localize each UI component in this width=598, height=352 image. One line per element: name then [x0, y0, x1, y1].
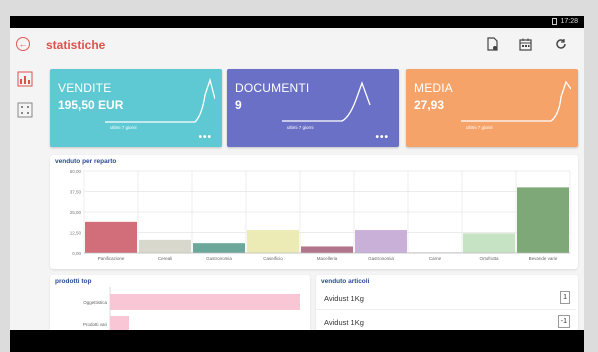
calendar-icon[interactable] — [517, 36, 533, 52]
card-label: MEDIA — [414, 81, 454, 95]
article-name: Avidust 1Kg — [324, 318, 364, 327]
card-value: 27,93 — [414, 98, 445, 112]
card-label: VENDITE — [58, 81, 112, 95]
bar — [247, 230, 299, 253]
panel-title: venduto articoli — [321, 278, 370, 285]
list-item[interactable]: Avidust 1Kg 1 — [316, 286, 576, 310]
top-products-panel: prodotti top Oggettistica Prodotti vari — [50, 275, 310, 335]
card-value: 9 — [235, 98, 242, 112]
status-bar: 17:28 — [10, 16, 584, 28]
x-tick-label: Panificazione — [98, 256, 125, 261]
x-tick-label: Macelleria — [317, 256, 338, 261]
card-label: DOCUMENTI — [235, 81, 310, 95]
bar — [355, 230, 407, 253]
y-tick-label: 0,00 — [72, 251, 81, 256]
bar — [110, 294, 300, 310]
bar-chart-panel: venduto per reparto 0,00 12,50 25,00 37,50 5… — [50, 155, 578, 269]
card-documenti[interactable]: DOCUMENTI 9 ultimi 7 giorni ••• — [227, 69, 399, 147]
bar — [85, 221, 137, 253]
refresh-icon[interactable] — [553, 36, 569, 52]
y-tick-label: 37,50 — [70, 190, 82, 195]
bar — [463, 233, 515, 253]
y-tick-label: Prodotti vari — [83, 322, 107, 327]
bar-chart: 0,00 12,50 25,00 37,50 50,00 Panificazione Cer… — [70, 169, 571, 261]
y-tick-label: 50,00 — [70, 169, 82, 174]
card-media[interactable]: MEDIA 27,93 ultimi 7 giorni — [406, 69, 578, 147]
card-subtitle: ultimi 7 giorni — [110, 125, 137, 130]
arrow-left-icon[interactable]: ← — [16, 37, 30, 51]
x-tick-label: Bevande varie — [529, 256, 558, 261]
top-products-chart: Oggettistica Prodotti vari — [83, 287, 300, 335]
x-tick-label: Gastronomia — [368, 256, 394, 261]
status-time: 17:28 — [560, 18, 578, 25]
navigation-bar — [10, 330, 584, 352]
app-bar: ← statistiche — [10, 28, 584, 58]
bar-chart-icon[interactable] — [17, 71, 33, 87]
article-name: Avidust 1Kg — [324, 294, 364, 303]
battery-icon — [552, 18, 558, 25]
y-tick-label: Oggettistica — [83, 300, 107, 305]
document-icon[interactable] — [484, 36, 500, 52]
bar — [139, 239, 191, 253]
article-qty: -1 — [557, 315, 570, 328]
bar — [193, 243, 245, 253]
x-tick-label: Cereali — [158, 256, 172, 261]
sparkline-icon — [461, 80, 571, 122]
card-value: 195,50 EUR — [58, 98, 124, 112]
bar — [301, 246, 353, 253]
y-tick-label: 25,00 — [70, 210, 82, 215]
more-icon[interactable]: ••• — [375, 132, 389, 143]
x-tick-label: Caseificio — [263, 256, 283, 261]
bar — [517, 187, 569, 253]
page-title: statistiche — [46, 38, 106, 52]
x-tick-label: Ortofrutta — [479, 256, 499, 261]
card-vendite[interactable]: VENDITE 195,50 EUR ultimi 7 giorni ••• — [50, 69, 222, 147]
card-subtitle: ultimi 7 giorni — [466, 125, 493, 130]
card-subtitle: ultimi 7 giorni — [287, 125, 314, 130]
x-tick-label: Gastronomia — [206, 256, 232, 261]
device-screen: 17:28 ← statistiche VENDITE 195,50 EUR u… — [10, 16, 584, 352]
more-icon[interactable]: ••• — [198, 132, 212, 143]
grid-icon[interactable] — [17, 102, 33, 118]
y-tick-label: 12,50 — [70, 231, 82, 236]
x-tick-label: Carne — [429, 256, 442, 261]
article-qty: 1 — [560, 291, 570, 304]
articles-panel: venduto articoli Avidust 1Kg 1 Avidust 1… — [316, 275, 578, 335]
